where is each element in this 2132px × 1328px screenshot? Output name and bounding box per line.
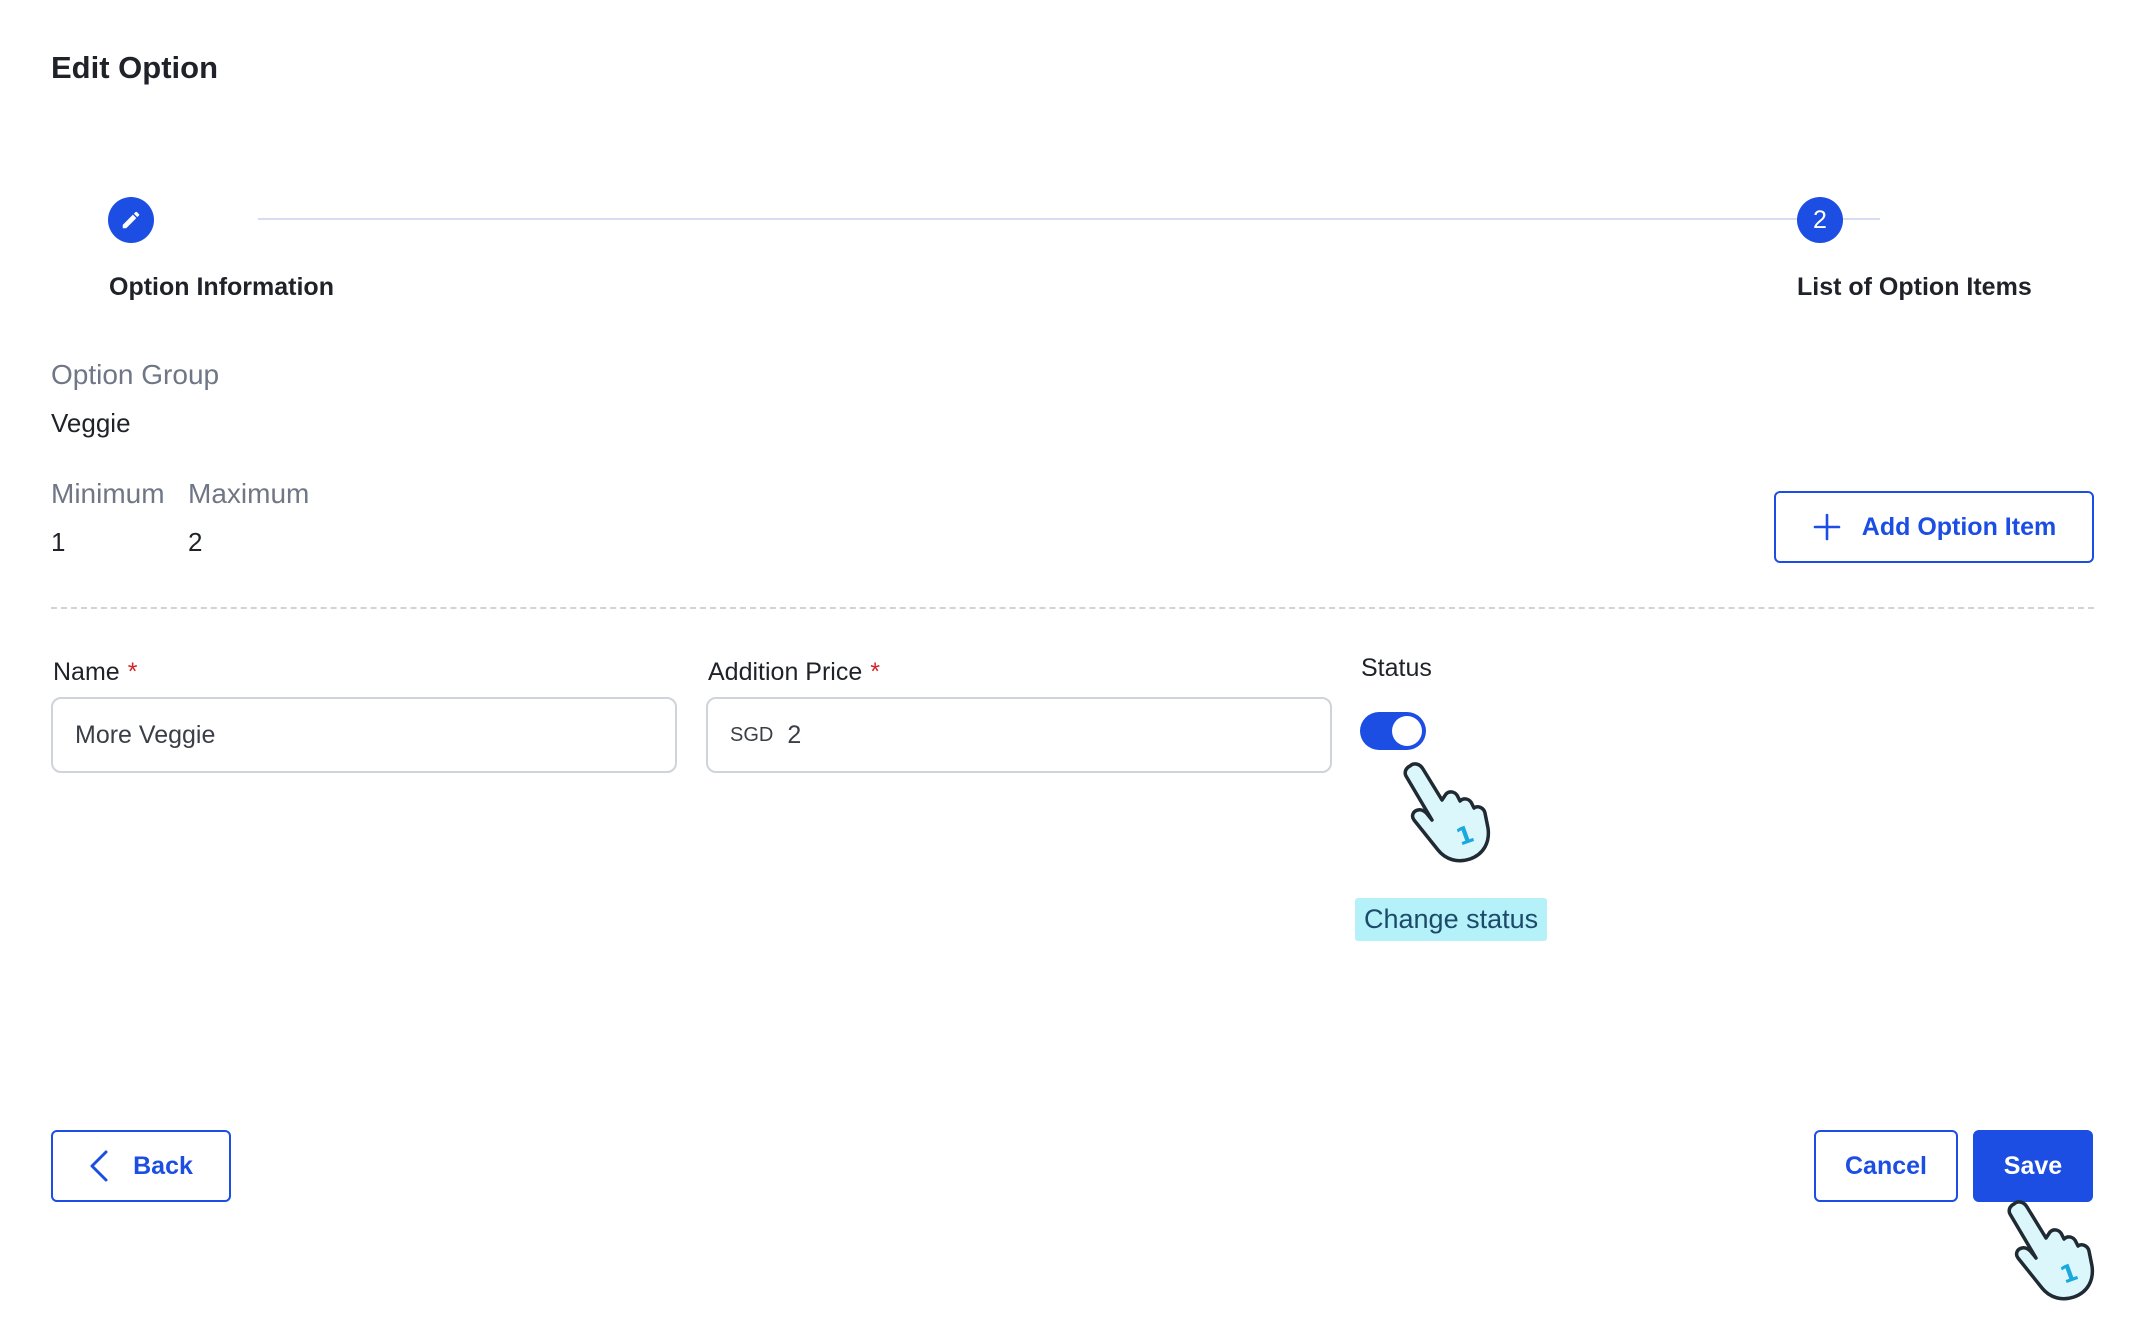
step-2-label: List of Option Items: [1797, 273, 2032, 301]
add-option-item-label: Add Option Item: [1861, 512, 2057, 541]
required-mark: *: [870, 658, 880, 686]
step-2-indicator: 2: [1797, 197, 1843, 243]
status-label: Status: [1361, 654, 1432, 682]
maximum-label: Maximum: [188, 478, 310, 509]
change-status-hint: Change status: [1355, 898, 1548, 941]
required-mark: *: [127, 658, 138, 686]
status-toggle[interactable]: [1360, 712, 1426, 750]
section-divider: [51, 607, 2094, 609]
stepper-connector: [258, 218, 1880, 220]
chevron-left-icon: [89, 1149, 109, 1183]
option-group-value: Veggie: [51, 408, 131, 438]
plus-icon: [1812, 512, 1842, 542]
save-button[interactable]: Save: [1973, 1130, 2093, 1202]
step-1-label: Option Information: [109, 273, 334, 301]
minimum-label: Minimum: [51, 478, 165, 509]
currency-prefix: SGD: [730, 723, 774, 746]
name-input[interactable]: More Veggie: [51, 697, 677, 773]
option-group-label: Option Group: [51, 359, 220, 390]
addition-price-label: Addition Price *: [708, 658, 880, 686]
cancel-button[interactable]: Cancel: [1814, 1130, 1958, 1202]
edit-option-page: Edit Option 2 Option Information List of…: [0, 0, 2132, 1328]
minimum-value: 1: [51, 527, 66, 557]
back-label: Back: [133, 1151, 193, 1180]
name-field-label: Name *: [53, 658, 138, 686]
back-button[interactable]: Back: [51, 1130, 231, 1202]
hand-pointer-icon: 1: [2007, 1200, 2095, 1301]
page-title: Edit Option: [51, 50, 219, 85]
hand-pointer-icon: 1: [1403, 762, 1491, 863]
name-input-value: More Veggie: [75, 720, 216, 749]
addition-price-input[interactable]: SGD 2: [706, 697, 1332, 773]
pencil-icon: [122, 211, 140, 229]
step-1-indicator: [108, 197, 154, 243]
add-option-item-button[interactable]: Add Option Item: [1774, 491, 2094, 563]
maximum-value: 2: [188, 527, 203, 557]
addition-price-value: 2: [787, 720, 802, 749]
toggle-knob: [1392, 716, 1422, 746]
